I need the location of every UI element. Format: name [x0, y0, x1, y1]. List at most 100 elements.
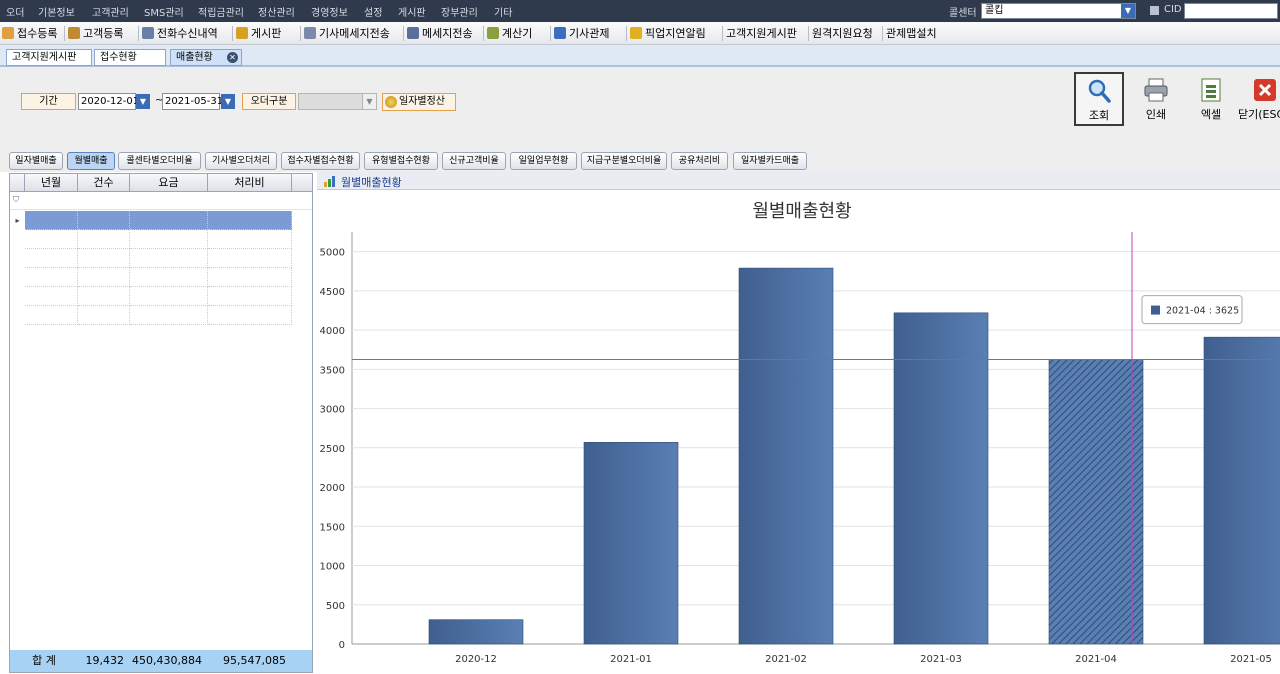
subtab[interactable]: 지급구분별오더비율 [581, 152, 667, 170]
toolbar-button[interactable]: 기사관제 [554, 22, 609, 44]
cid-input[interactable] [1184, 3, 1278, 19]
toolbar-button[interactable]: 게시판 [236, 22, 281, 44]
toolbar-button[interactable]: 고객지원게시판 [726, 22, 797, 44]
grid-filter-row[interactable]: ⛉ [10, 193, 312, 210]
menu-item[interactable]: SMS관리 [144, 4, 184, 19]
column-header-fee[interactable]: 요금 [130, 174, 208, 192]
table-cell [78, 211, 130, 230]
column-header-month[interactable]: 년월 [25, 174, 78, 192]
toolbar-button-label: 접수등록 [17, 27, 58, 40]
search-button[interactable]: 조회 [1074, 72, 1124, 126]
table-cell [78, 268, 130, 287]
chart-panel: 월별매출현황 월별매출현황 0 500 1000 1500 2000 2500 3000 350… [317, 172, 1280, 674]
column-header-processing-fee[interactable]: 처리비 [208, 174, 292, 192]
toolbar-button[interactable]: 계산기 [487, 22, 532, 44]
date-from-input[interactable]: 2020-12-01 [78, 93, 139, 110]
menu-item[interactable]: 적립금관리 [198, 4, 244, 19]
excel-button[interactable]: 엑셀 [1186, 73, 1236, 125]
close-icon[interactable]: ✕ [227, 52, 238, 63]
table-cell [25, 230, 78, 249]
subtab[interactable]: 접수자별접수현황 [281, 152, 360, 170]
chart-panel-title: 월별매출현황 [341, 176, 402, 189]
date-to-input[interactable]: 2021-05-31 [162, 93, 223, 110]
toolbar-button[interactable]: 메세지전송 [407, 22, 473, 44]
bar-2021-02[interactable] [738, 267, 834, 645]
table-row[interactable] [10, 249, 312, 268]
y-tick-label: 4500 [320, 287, 345, 298]
chevron-down-icon[interactable]: ▼ [362, 94, 376, 109]
table-cell [130, 306, 208, 325]
subtab[interactable]: 신규고객비율 [442, 152, 506, 170]
menu-item[interactable]: 설정 [364, 4, 382, 19]
table-row[interactable] [10, 268, 312, 287]
subtab[interactable]: 일자별카드매출 [733, 152, 807, 170]
x-tick-label: 2021-02 [765, 654, 807, 665]
row-indicator [10, 268, 25, 287]
subtab[interactable]: 일자별매출 [9, 152, 63, 170]
menu-item[interactable]: 고객관리 [92, 4, 129, 19]
driver-control-icon [554, 27, 566, 39]
toolbar-button[interactable]: 픽업지연알림 [630, 22, 706, 44]
subtab[interactable]: 기사별오더처리 [205, 152, 277, 170]
tab-sales-status[interactable]: 매출현황 ✕ [170, 49, 242, 66]
table-row[interactable] [10, 287, 312, 306]
toolbar-button[interactable]: 기사메세지전송 [304, 22, 390, 44]
menu-item[interactable]: 게시판 [398, 4, 426, 19]
total-count: 19,432 [85, 654, 125, 667]
toolbar-separator [300, 26, 301, 41]
bar-2020-12[interactable] [428, 619, 524, 645]
toolbar-button[interactable]: 원격지원요청 [812, 22, 873, 44]
subtab[interactable]: 유형별접수현황 [364, 152, 438, 170]
bar-2021-04[interactable] [1048, 359, 1144, 645]
row-indicator: ▸ [15, 216, 20, 225]
daily-settlement-button[interactable]: 일자별정산 [382, 93, 456, 111]
toolbar-button[interactable]: 접수등록 [2, 22, 57, 44]
toolbar-button[interactable]: 전화수신내역 [142, 22, 218, 44]
subtab[interactable]: 월별매출 [67, 152, 115, 170]
bar-2021-05[interactable] [1203, 336, 1280, 645]
table-cell [208, 306, 292, 325]
filter-icon[interactable]: ⛉ [13, 195, 19, 205]
table-cell [25, 211, 78, 230]
table-row[interactable]: ▸ [10, 211, 312, 230]
menu-item[interactable]: 기본정보 [38, 4, 75, 19]
bar-chart[interactable]: 월별매출현황 0 500 1000 1500 2000 2500 3000 3500 4000 45… [317, 190, 1280, 674]
print-label: 인쇄 [1145, 108, 1167, 121]
toolbar-button[interactable]: 관제맵설치 [886, 22, 937, 44]
excel-label: 엑셀 [1200, 108, 1222, 121]
bar-2021-01[interactable] [583, 442, 679, 645]
daily-settlement-label: 일자별정산 [399, 96, 445, 107]
menu-item[interactable]: 정산관리 [258, 4, 295, 19]
table-cell [25, 249, 78, 268]
menu-item[interactable]: 경영정보 [311, 4, 348, 19]
y-tick-label: 500 [326, 601, 345, 612]
print-button[interactable]: 인쇄 [1131, 73, 1181, 125]
subtab[interactable]: 일일업무현황 [510, 152, 577, 170]
order-register-icon [2, 27, 14, 39]
menu-item[interactable]: 오더 [6, 4, 24, 19]
table-row[interactable] [10, 306, 312, 325]
subtab[interactable]: 콜센타별오더비율 [118, 152, 201, 170]
menu-item[interactable]: 기타 [494, 4, 512, 19]
toolbar-button-label: 관제맵설치 [886, 27, 937, 40]
order-type-select[interactable]: ▼ [298, 93, 377, 110]
calendar-dropdown-icon[interactable]: ▼ [136, 94, 150, 109]
callcenter-select[interactable]: 콜킵 ▼ [981, 3, 1136, 19]
menu-item[interactable]: 장부관리 [441, 4, 478, 19]
tab-order-status[interactable]: 접수현황 [94, 49, 166, 66]
calendar-dropdown-icon[interactable]: ▼ [221, 94, 235, 109]
x-tick-label: 2021-03 [920, 654, 962, 665]
toolbar-button-label: 픽업지연알림 [645, 27, 706, 40]
tab-customer-support-board[interactable]: 고객지원게시판 [6, 49, 92, 66]
subtab[interactable]: 공유처리비 [671, 152, 728, 170]
y-tick-label: 4000 [320, 326, 345, 337]
toolbar-button-label: 기사메세지전송 [319, 27, 390, 40]
toolbar-button-label: 원격지원요청 [812, 27, 873, 40]
filter-panel: 기간 2020-12-01 ▼ ~ 2021-05-31 ▼ 오더구분 ▼ 일자… [0, 67, 1280, 152]
table-row[interactable] [10, 230, 312, 249]
chevron-down-icon[interactable]: ▼ [1121, 4, 1135, 18]
toolbar-button[interactable]: 고객등록 [68, 22, 123, 44]
close-button[interactable]: 닫기(ESC) [1238, 73, 1280, 125]
column-header-count[interactable]: 건수 [78, 174, 130, 192]
bar-2021-03[interactable] [893, 312, 989, 645]
